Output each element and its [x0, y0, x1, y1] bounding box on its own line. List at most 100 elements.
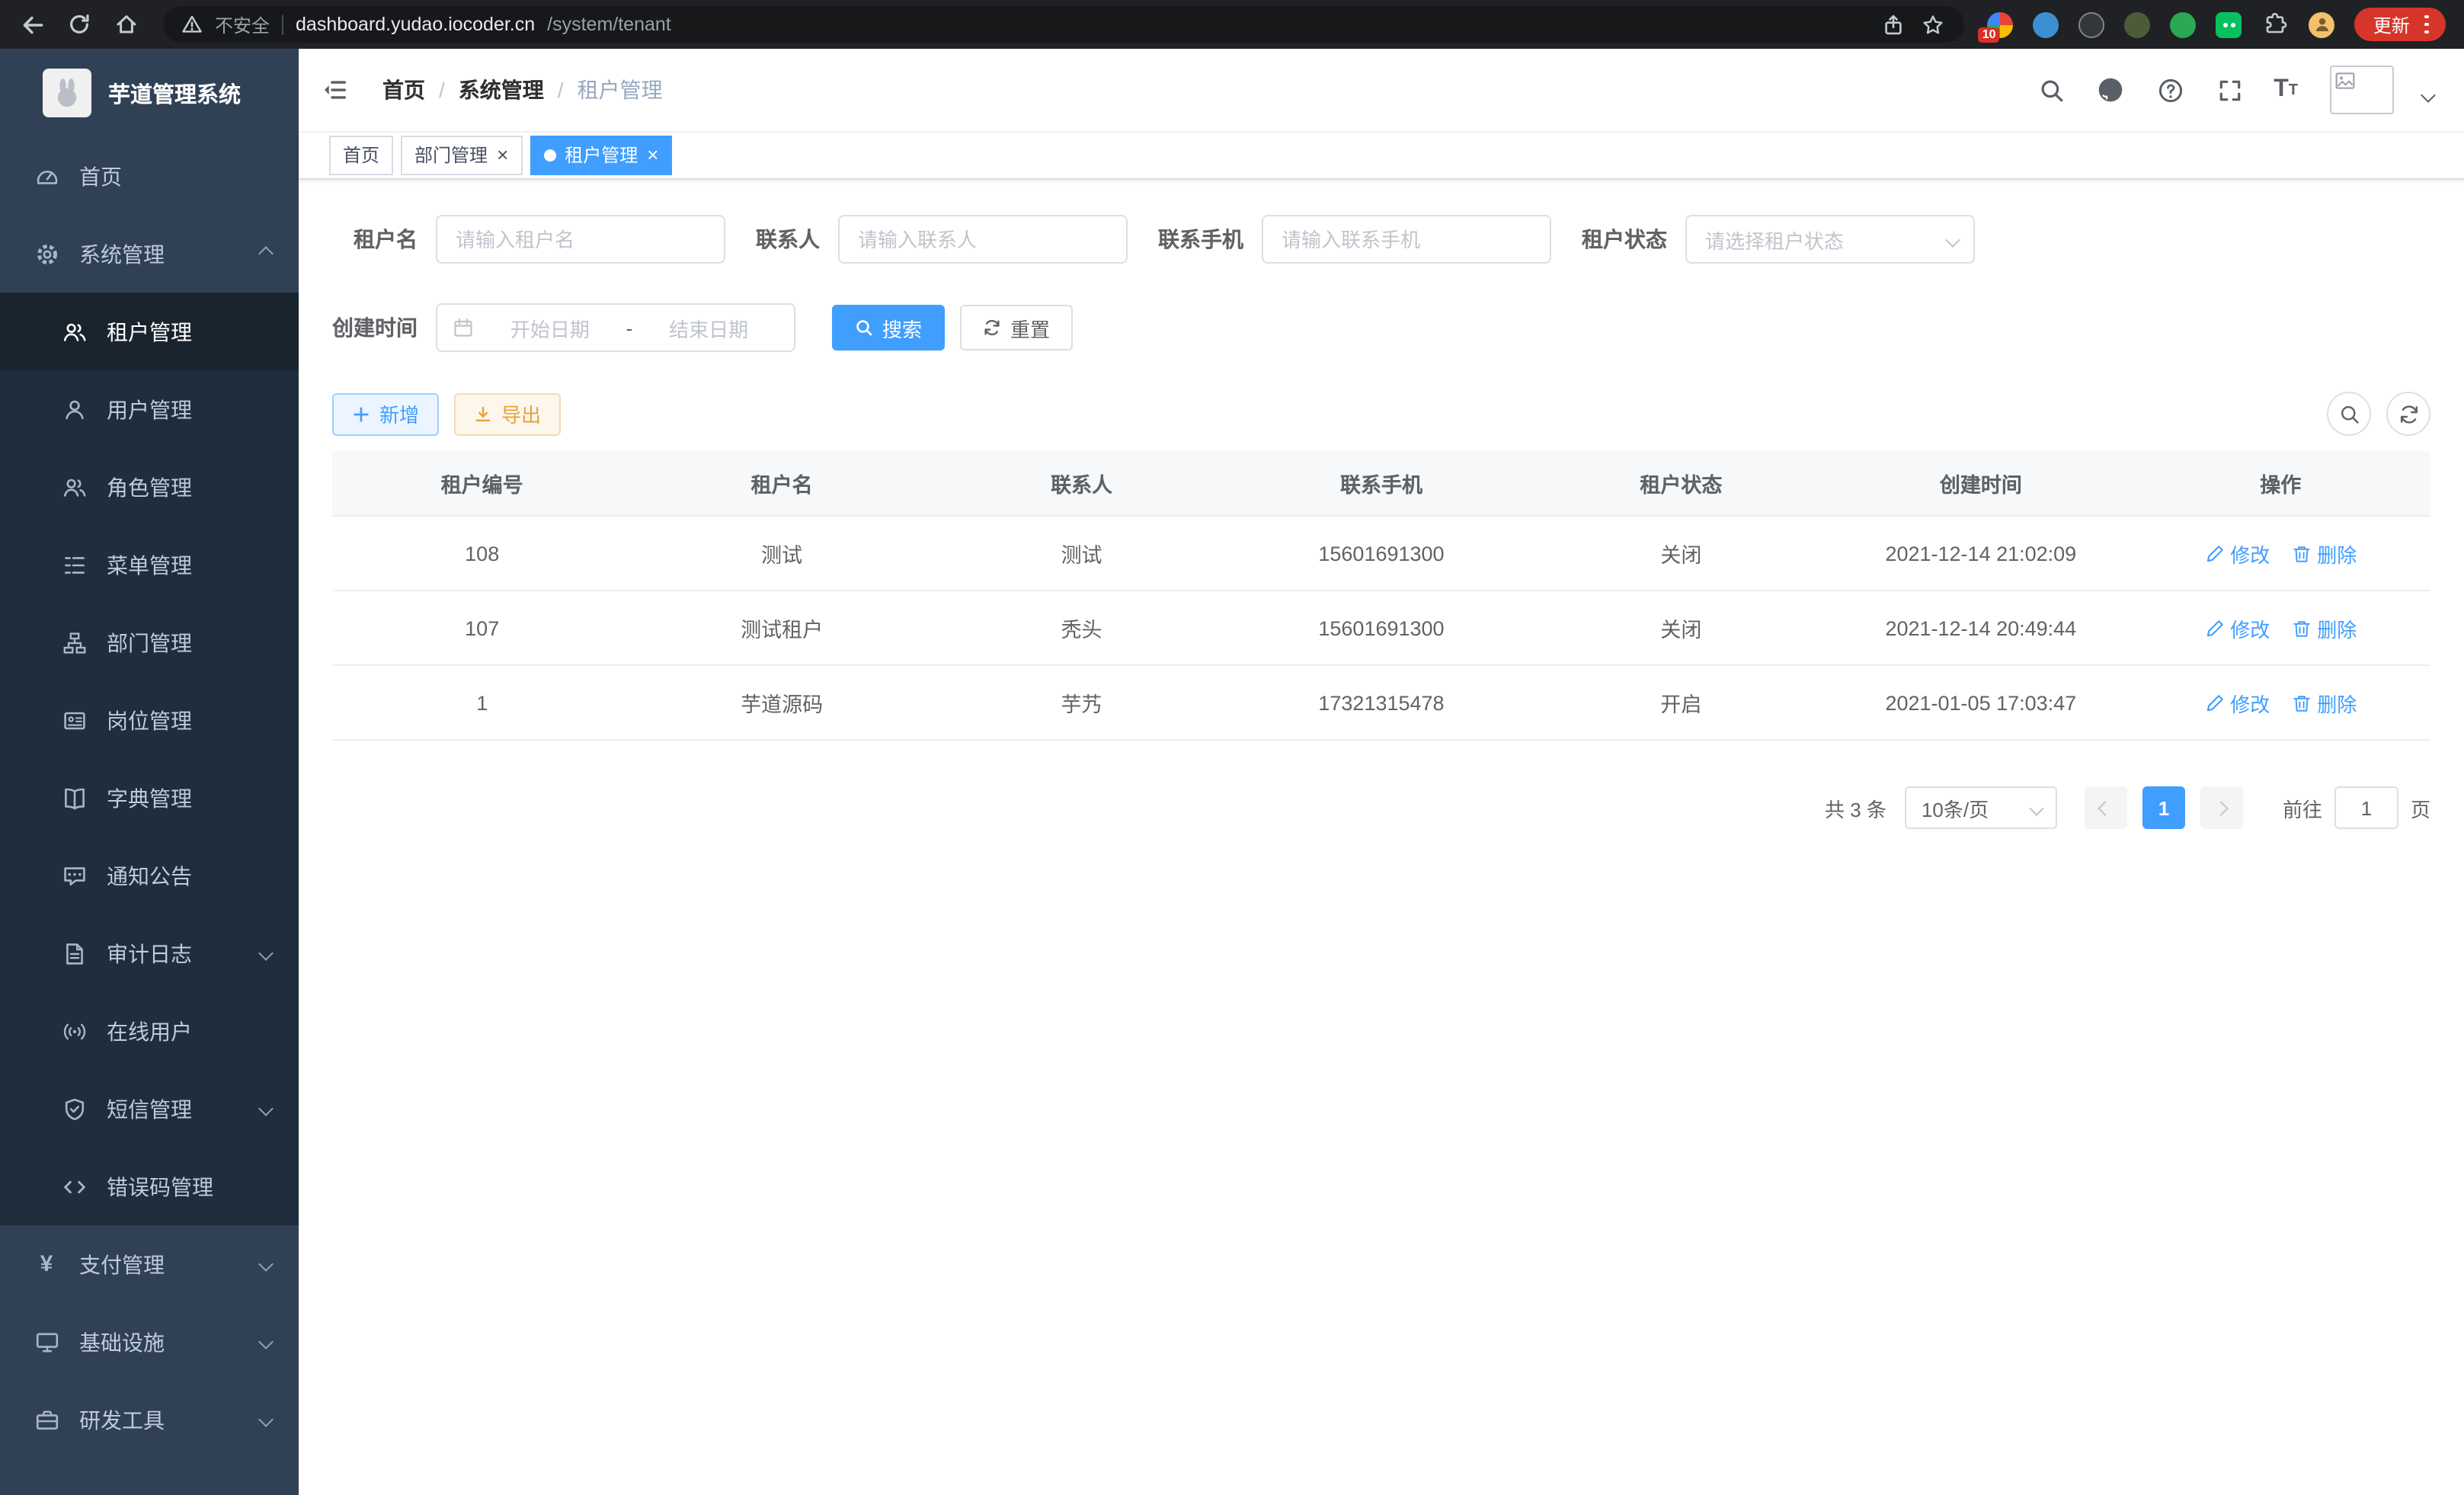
user-avatar[interactable]: [2330, 66, 2394, 114]
extensions-puzzle-icon[interactable]: [2262, 11, 2290, 38]
close-icon[interactable]: ×: [497, 145, 508, 165]
sidebar-item-notice[interactable]: 通知公告: [0, 837, 299, 914]
fullscreen-icon[interactable]: [2214, 75, 2245, 105]
sidebar-item-home[interactable]: 首页: [0, 137, 299, 215]
reload-icon[interactable]: [66, 11, 93, 38]
menu-label: 用户管理: [107, 394, 192, 424]
start-date-placeholder[interactable]: 开始日期: [480, 313, 620, 342]
edit-button[interactable]: 修改: [2204, 613, 2270, 642]
monitor-icon: [34, 1329, 59, 1355]
user-menu-caret-icon[interactable]: [2421, 88, 2436, 103]
prev-page-button[interactable]: [2085, 786, 2127, 829]
hide-search-button[interactable]: [2327, 392, 2371, 436]
menu-list-icon: [61, 552, 87, 578]
page-number-current[interactable]: 1: [2142, 786, 2185, 829]
tag-dept[interactable]: 部门管理 ×: [401, 135, 522, 174]
table-row: 1 芋道源码 芋艿 17321315478 开启 2021-01-05 17:0…: [332, 666, 2430, 741]
browser-menu-icon[interactable]: [2422, 11, 2432, 37]
column-header: 租户名: [632, 451, 931, 515]
cell-mobile: 15601691300: [1231, 517, 1531, 590]
cell-actions: 修改 删除: [2131, 666, 2430, 739]
table-row: 107 测试租户 秃头 15601691300 关闭 2021-12-14 20…: [332, 591, 2430, 666]
sidebar-item-system[interactable]: 系统管理: [0, 215, 299, 293]
delete-button[interactable]: 删除: [2291, 613, 2357, 642]
cell-actions: 修改 删除: [2131, 591, 2430, 664]
sidebar-item-error-code[interactable]: 错误码管理: [0, 1148, 299, 1225]
page-input[interactable]: [2334, 786, 2398, 829]
address-bar[interactable]: 不安全 dashboard.yudao.iocoder.cn/system/te…: [163, 6, 1965, 43]
cell-status: 开启: [1531, 666, 1831, 739]
sidebar-item-dict[interactable]: 字典管理: [0, 759, 299, 837]
extension-icon-olive[interactable]: [2125, 11, 2151, 37]
column-header: 操作: [2131, 451, 2430, 515]
sidebar: 芋道管理系统 首页 系统管理: [0, 49, 299, 1495]
browser-chrome: 不安全 dashboard.yudao.iocoder.cn/system/te…: [0, 0, 2464, 49]
tenant-name-input[interactable]: [436, 215, 725, 264]
toolbox-icon: [34, 1407, 59, 1433]
reset-button[interactable]: 重置: [960, 305, 1073, 351]
sidebar-item-infra[interactable]: 基础设施: [0, 1303, 299, 1381]
status-select[interactable]: 请选择租户状态: [1685, 215, 1975, 264]
sidebar-item-devtools[interactable]: 研发工具: [0, 1381, 299, 1458]
browser-profile-avatar[interactable]: [2309, 11, 2335, 37]
delete-button[interactable]: 删除: [2291, 539, 2357, 568]
sidebar-item-user[interactable]: 用户管理: [0, 370, 299, 448]
sidebar-item-menu[interactable]: 菜单管理: [0, 526, 299, 603]
extension-icon-dark[interactable]: [2079, 11, 2105, 37]
date-range-picker[interactable]: 开始日期 - 结束日期: [436, 303, 795, 352]
refresh-table-button[interactable]: [2386, 392, 2430, 436]
share-icon[interactable]: [1880, 11, 1907, 38]
menu-label: 通知公告: [107, 860, 192, 891]
browser-home-icon[interactable]: [113, 11, 140, 38]
cell-mobile: 15601691300: [1231, 591, 1531, 664]
sidebar-item-payment[interactable]: ¥ 支付管理: [0, 1225, 299, 1303]
sidebar-item-tenant[interactable]: 租户管理: [0, 293, 299, 370]
sidebar-toggle-icon[interactable]: [322, 76, 349, 104]
cell-tenant-name: 测试租户: [632, 591, 931, 664]
page-size-select[interactable]: 10条/页: [1905, 786, 2057, 829]
close-icon[interactable]: ×: [647, 145, 658, 165]
app-logo[interactable]: 芋道管理系统: [0, 49, 299, 137]
date-separator: -: [626, 316, 633, 339]
header-search-icon[interactable]: [2036, 75, 2066, 105]
contact-mobile-input[interactable]: [1262, 215, 1551, 264]
sidebar-item-role[interactable]: 角色管理: [0, 448, 299, 526]
sidebar-item-post[interactable]: 岗位管理: [0, 681, 299, 759]
add-button[interactable]: 新增: [332, 392, 439, 435]
back-icon[interactable]: [18, 11, 46, 38]
extension-icon-blue[interactable]: [2034, 11, 2059, 37]
org-tree-icon: [61, 629, 87, 655]
extension-icon-green[interactable]: [2171, 11, 2197, 37]
export-button[interactable]: 导出: [454, 392, 561, 435]
breadcrumb-system[interactable]: 系统管理: [459, 75, 544, 105]
message-icon: [61, 863, 87, 888]
delete-button[interactable]: 删除: [2291, 688, 2357, 717]
cell-created: 2021-01-05 17:03:47: [1831, 666, 2130, 739]
menu-label: 部门管理: [107, 627, 192, 658]
sidebar-item-sms[interactable]: 短信管理: [0, 1070, 299, 1148]
header-actions: TT: [2036, 66, 2434, 114]
browser-update-button[interactable]: 更新: [2355, 8, 2446, 41]
warning-icon: [181, 14, 203, 35]
sidebar-item-online-user[interactable]: 在线用户: [0, 992, 299, 1070]
help-icon[interactable]: [2155, 75, 2185, 105]
edit-button[interactable]: 修改: [2204, 539, 2270, 568]
contact-name-input[interactable]: [838, 215, 1128, 264]
extension-icon-colorful[interactable]: 10: [1988, 11, 2014, 37]
sidebar-item-audit-log[interactable]: 审计日志: [0, 914, 299, 992]
edit-button[interactable]: 修改: [2204, 688, 2270, 717]
sidebar-item-dept[interactable]: 部门管理: [0, 603, 299, 681]
action-label: 删除: [2317, 613, 2357, 642]
cell-status: 关闭: [1531, 517, 1831, 590]
end-date-placeholder[interactable]: 结束日期: [638, 313, 779, 342]
next-page-button[interactable]: [2200, 786, 2243, 829]
extension-icon-chat[interactable]: [2216, 11, 2242, 37]
search-button[interactable]: 搜索: [832, 305, 945, 351]
tag-tenant[interactable]: 租户管理 ×: [530, 135, 672, 174]
tag-home[interactable]: 首页: [329, 135, 393, 174]
font-size-icon[interactable]: TT: [2274, 75, 2296, 105]
bookmark-star-icon[interactable]: [1919, 11, 1947, 38]
breadcrumb-home[interactable]: 首页: [382, 75, 425, 105]
github-icon[interactable]: [2095, 75, 2126, 105]
chevron-down-icon: [1945, 232, 1960, 247]
